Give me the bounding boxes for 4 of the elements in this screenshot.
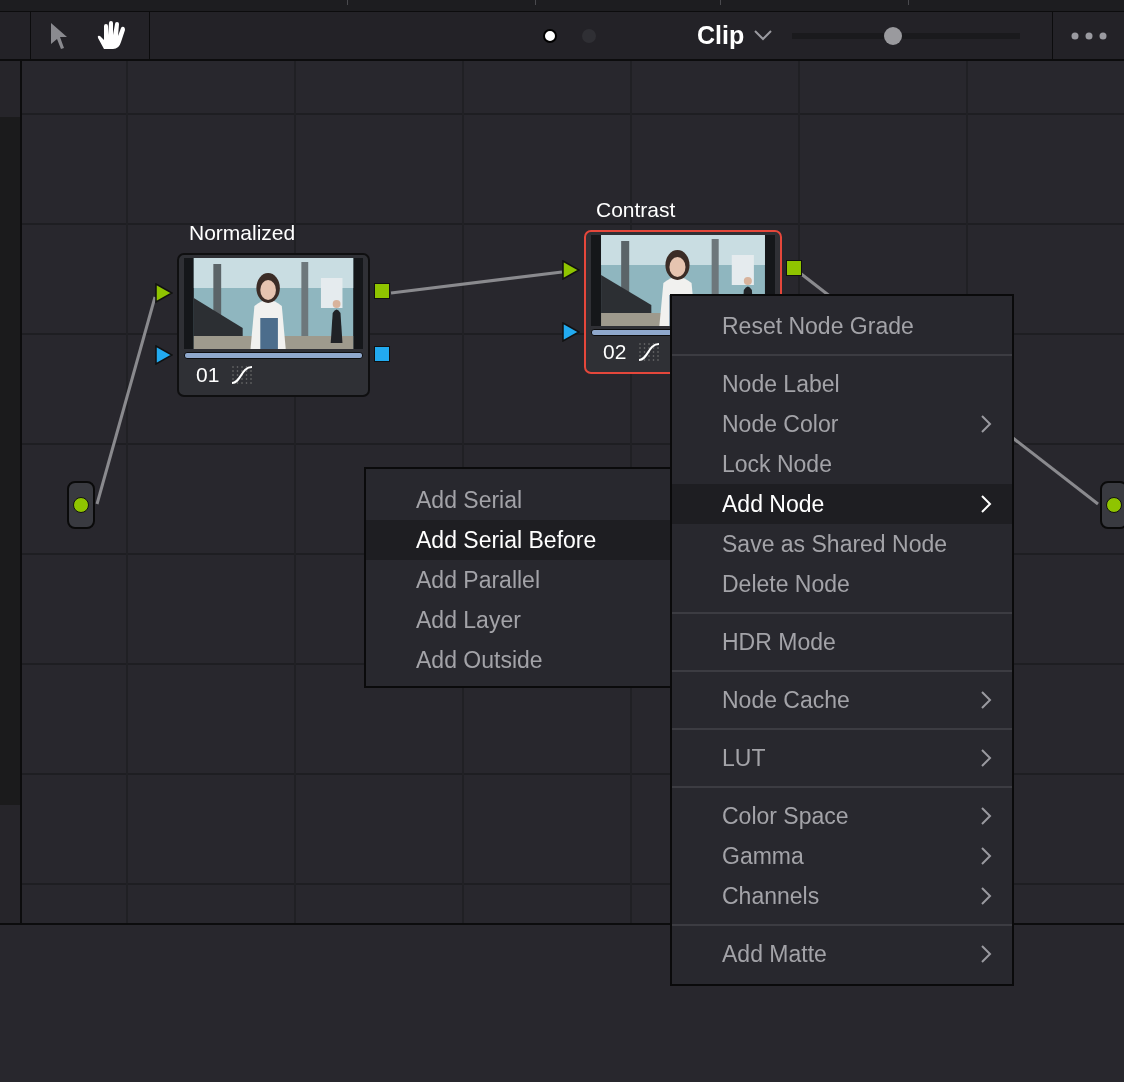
node-number: 01 <box>196 363 220 387</box>
node-number: 02 <box>603 340 627 364</box>
node-label: Normalized <box>189 221 297 245</box>
node-label: Contrast <box>596 198 677 222</box>
